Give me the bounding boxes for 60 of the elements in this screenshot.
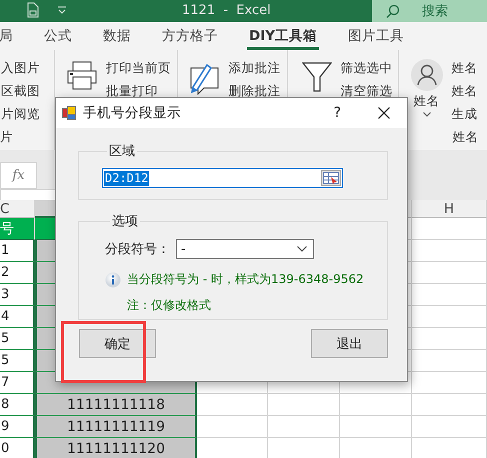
caret-icon[interactable] [58, 6, 66, 14]
dialog-title: 手机号分段显示 [83, 104, 182, 122]
ribbon-command[interactable]: 姓名 [452, 82, 478, 99]
dialog-button[interactable]: 退出 [311, 329, 388, 358]
group-label: 区域 [108, 143, 136, 160]
range-value: D2:D12 [104, 170, 150, 186]
search-placeholder: 搜索 [422, 3, 448, 20]
person-icon [410, 59, 443, 91]
range-select-button[interactable] [321, 170, 341, 186]
ribbon-command[interactable]: 批量打印 [106, 82, 171, 99]
table-cell [268, 394, 340, 416]
table-cell: 11111111120 [35, 438, 197, 458]
table-cell: 号 [0, 218, 35, 240]
table-cell [268, 416, 340, 438]
note-text: 注：仅修改格式 [127, 297, 212, 314]
search-icon [386, 4, 400, 18]
ribbon-command[interactable]: 生成 [452, 105, 478, 122]
group-label: 片 [0, 129, 13, 146]
ribbon-command[interactable]: 片阅览 [1, 105, 40, 122]
ribbon-command[interactable]: 清空筛选 [340, 82, 393, 99]
close-icon[interactable] [378, 107, 390, 119]
ribbon-tab[interactable]: DIY工具箱 [247, 22, 320, 50]
range-picker-icon [323, 172, 339, 184]
table-cell [340, 416, 412, 438]
dialog-button[interactable]: 确定 [79, 329, 156, 358]
table-cell: 11111111119 [35, 416, 197, 438]
ribbon-command[interactable]: 添加批注 [228, 59, 281, 76]
pencil-comment-icon[interactable] [190, 61, 220, 95]
ribbon-tab[interactable]: 数据 [101, 22, 133, 50]
range-field[interactable]: D2:D12 [102, 168, 343, 188]
document-icon[interactable] [27, 2, 39, 18]
search-field[interactable]: 搜索 [372, 0, 487, 22]
ribbon-command[interactable]: 姓名 [452, 59, 478, 76]
function-button[interactable]: fx [0, 162, 37, 189]
window-title: 1121 - Excel [182, 3, 271, 18]
ribbon-command[interactable]: 入图片 [1, 59, 40, 76]
group-label: 姓名 [452, 129, 479, 146]
ribbon-tab[interactable]: 公式 [42, 22, 74, 50]
ribbon-command[interactable]: 区截图 [1, 82, 40, 99]
hint-text: 当分段符号为 - 时，样式为139-6348-9562 [127, 271, 364, 288]
help-button[interactable]: ? [334, 105, 341, 121]
ribbon-tab[interactable]: 图片工具 [346, 22, 406, 50]
separator-dropdown[interactable]: - [176, 239, 314, 259]
ribbon-command[interactable]: 删除批注 [228, 82, 281, 99]
column-header[interactable]: C [0, 200, 35, 218]
table-cell [197, 394, 268, 416]
caret-icon [422, 112, 431, 117]
info-icon [105, 272, 121, 288]
chevron-icon [297, 246, 307, 252]
group-label: 选项 [111, 213, 139, 230]
app-icon [62, 106, 76, 120]
ribbon-tab[interactable]: 方方格子 [160, 22, 220, 50]
table-cell [197, 416, 268, 438]
name-button[interactable]: 姓名 [410, 59, 443, 150]
ribbon-command[interactable]: 打印当前页 [106, 59, 171, 76]
field-label: 分段符号： [105, 241, 170, 258]
column-header[interactable]: H [412, 200, 487, 218]
ribbon-command[interactable]: 筛选选中 [340, 59, 393, 76]
table-cell [340, 394, 412, 416]
table-cell: 11111111118 [35, 394, 197, 416]
